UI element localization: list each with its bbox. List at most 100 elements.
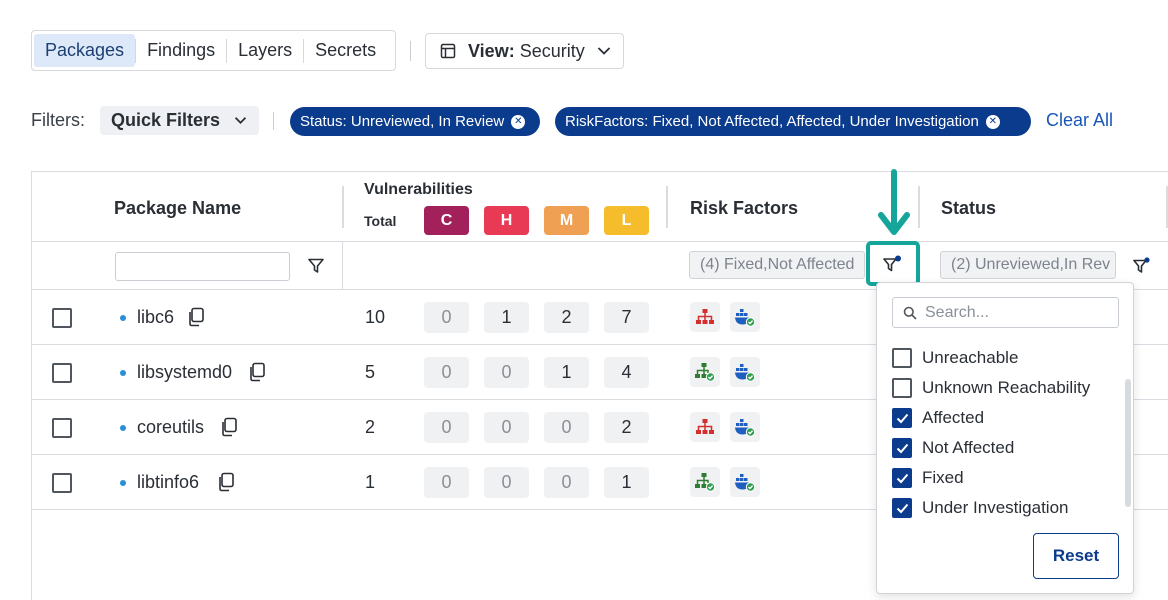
severity-critical-badge[interactable]: C — [424, 206, 469, 235]
risk-factors-filter-input[interactable]: (4) Fixed,Not Affected — [689, 251, 865, 279]
critical-count: 0 — [424, 302, 469, 333]
copy-icon[interactable] — [217, 472, 235, 492]
filter-active-icon[interactable] — [1132, 257, 1150, 275]
high-count: 1 — [484, 302, 529, 333]
total-count: 10 — [365, 307, 386, 327]
search-input[interactable] — [925, 303, 1105, 322]
filter-active-icon — [883, 255, 901, 272]
checkmark-icon — [896, 503, 908, 513]
option-affected[interactable]: Affected — [892, 406, 984, 430]
header-package-name[interactable]: Package Name — [114, 198, 241, 219]
header-total[interactable]: Total — [364, 213, 396, 229]
tab-secrets[interactable]: Secrets — [304, 34, 387, 67]
tab-findings[interactable]: Findings — [136, 34, 226, 67]
status-dot — [120, 315, 126, 321]
filter-icon[interactable] — [307, 257, 325, 275]
risk-factor-network[interactable] — [690, 412, 720, 442]
package-name-filter-input[interactable] — [115, 252, 290, 281]
copy-icon[interactable] — [220, 417, 238, 437]
row-checkbox[interactable] — [52, 363, 72, 383]
view-selector-button[interactable]: View: Security — [425, 33, 624, 69]
medium-count: 1 — [544, 357, 589, 388]
docker-verified-icon — [735, 364, 756, 382]
status-filter-input[interactable]: (2) Unreviewed,In Rev — [940, 251, 1116, 279]
risk-factor-container[interactable] — [730, 357, 760, 387]
view-tabs: Packages Findings Layers Secrets — [31, 30, 396, 71]
checkbox-checked[interactable] — [892, 408, 912, 428]
risk-factor-network[interactable] — [690, 467, 720, 497]
row-checkbox[interactable] — [52, 418, 72, 438]
chevron-down-icon — [597, 47, 610, 55]
package-name[interactable]: coreutils — [137, 417, 204, 438]
risk-factor-network[interactable] — [690, 357, 720, 387]
status-dot — [120, 425, 126, 431]
package-name[interactable]: libc6 — [137, 307, 174, 328]
low-count: 2 — [604, 412, 649, 443]
close-icon[interactable]: ✕ — [511, 114, 526, 129]
severity-high-badge[interactable]: H — [484, 206, 529, 235]
total-count: 2 — [365, 417, 376, 437]
critical-count: 0 — [424, 412, 469, 443]
option-label: Unknown Reachability — [922, 378, 1091, 397]
severity-medium-badge[interactable]: M — [544, 206, 589, 235]
clear-all-link[interactable]: Clear All — [1046, 110, 1113, 131]
search-icon — [903, 306, 917, 320]
critical-count: 0 — [424, 467, 469, 498]
chip-label: Status: Unreviewed, In Review — [300, 113, 505, 130]
filters-label: Filters: — [31, 110, 85, 130]
row-checkbox[interactable] — [52, 473, 72, 493]
risk-factor-container[interactable] — [730, 302, 760, 332]
option-unknown-reachability[interactable]: Unknown Reachability — [892, 376, 1090, 400]
option-label: Fixed — [922, 468, 964, 487]
severity-low-badge[interactable]: L — [604, 206, 649, 235]
option-under-investigation[interactable]: Under Investigation — [892, 496, 1068, 520]
checkbox-checked[interactable] — [892, 498, 912, 518]
network-tree-icon — [696, 419, 714, 434]
risk-factor-network[interactable] — [690, 302, 720, 332]
low-count: 4 — [604, 357, 649, 388]
copy-icon[interactable] — [187, 307, 205, 327]
total-count: 5 — [365, 362, 376, 382]
package-name[interactable]: libsystemd0 — [137, 362, 232, 383]
medium-count: 0 — [544, 467, 589, 498]
chevron-down-icon — [234, 117, 247, 125]
copy-icon[interactable] — [248, 362, 266, 382]
checkbox-checked[interactable] — [892, 438, 912, 458]
risk-factors-filter-chip[interactable]: RiskFactors: Fixed, Not Affected, Affect… — [555, 107, 1031, 136]
low-count: 1 — [604, 467, 649, 498]
header-status[interactable]: Status — [941, 198, 996, 219]
view-label: View: — [468, 40, 515, 61]
table-header-row: Package Name Vulnerabilities Total C H M… — [32, 172, 1168, 242]
high-count: 0 — [484, 357, 529, 388]
option-not-affected[interactable]: Not Affected — [892, 436, 1014, 460]
dropdown-search — [892, 297, 1119, 328]
docker-verified-icon — [735, 309, 756, 327]
checkbox[interactable] — [892, 378, 912, 398]
tab-layers[interactable]: Layers — [227, 34, 303, 67]
header-risk-factors[interactable]: Risk Factors — [690, 198, 798, 219]
risk-factors-filter-button[interactable] — [866, 241, 920, 286]
view-value: Security — [519, 40, 585, 61]
row-checkbox[interactable] — [52, 308, 72, 328]
network-tree-verified-icon — [695, 473, 716, 492]
quick-filters-dropdown[interactable]: Quick Filters — [100, 106, 259, 135]
close-icon[interactable]: ✕ — [985, 114, 1000, 129]
status-filter-chip[interactable]: Status: Unreviewed, In Review ✕ — [290, 107, 540, 136]
dropdown-scrollbar[interactable] — [1125, 379, 1131, 507]
checkbox-checked[interactable] — [892, 468, 912, 488]
option-label: Under Investigation — [922, 498, 1069, 517]
option-label: Not Affected — [922, 438, 1015, 457]
checkbox[interactable] — [892, 348, 912, 368]
column-divider — [342, 242, 343, 290]
low-count: 7 — [604, 302, 649, 333]
option-unreachable[interactable]: Unreachable — [892, 346, 1018, 370]
risk-factor-container[interactable] — [730, 467, 760, 497]
reset-button[interactable]: Reset — [1033, 533, 1119, 579]
network-tree-icon — [696, 309, 714, 324]
arrow-down-icon — [878, 169, 910, 235]
status-dot — [120, 370, 126, 376]
package-name[interactable]: libtinfo6 — [137, 472, 199, 493]
tab-packages[interactable]: Packages — [34, 34, 136, 67]
option-fixed[interactable]: Fixed — [892, 466, 964, 490]
risk-factor-container[interactable] — [730, 412, 760, 442]
